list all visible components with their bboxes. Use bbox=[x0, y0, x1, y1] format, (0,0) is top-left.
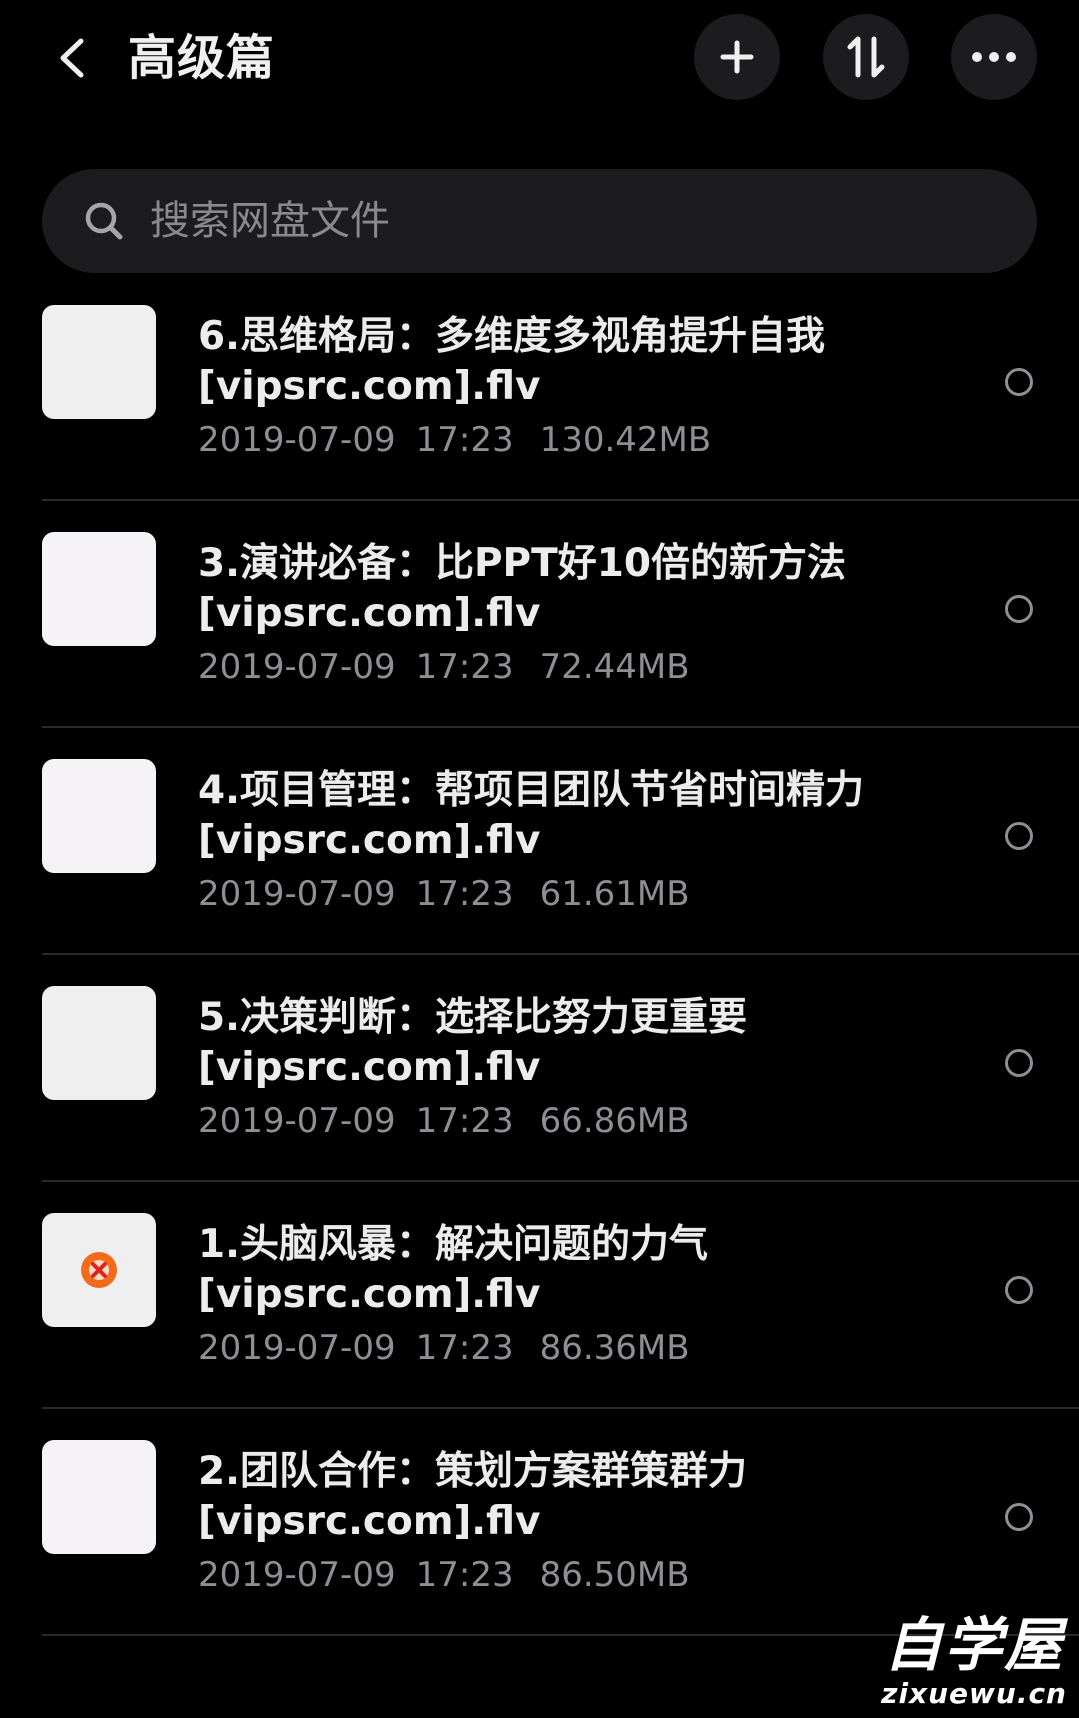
file-time: 17:23 bbox=[415, 647, 514, 687]
file-thumbnail bbox=[42, 305, 156, 419]
file-thumbnail bbox=[42, 759, 156, 873]
file-time: 17:23 bbox=[415, 1101, 514, 1141]
file-time: 17:23 bbox=[415, 420, 514, 460]
file-date: 2019-07-09 bbox=[198, 1328, 396, 1368]
file-thumbnail bbox=[42, 532, 156, 646]
file-row[interactable]: 6.思维格局：多维度多视角提升自我 [vipsrc.com].flv 2019-… bbox=[0, 274, 1079, 501]
more-horizontal-icon bbox=[972, 52, 1016, 62]
search-bar[interactable] bbox=[42, 169, 1037, 273]
watermark-main: 自学屋 bbox=[884, 1611, 1065, 1679]
file-thumbnail bbox=[42, 1213, 156, 1327]
file-meta: 2019-07-09 17:23 66.86MB bbox=[198, 1101, 690, 1141]
file-name: 1.头脑风暴：解决问题的力气 [vipsrc.com].flv bbox=[198, 1222, 708, 1317]
search-input[interactable] bbox=[150, 191, 970, 251]
sort-arrows-icon bbox=[847, 36, 885, 78]
file-time: 17:23 bbox=[415, 1555, 514, 1595]
file-name: 6.思维格局：多维度多视角提升自我 [vipsrc.com].flv bbox=[198, 314, 825, 409]
select-radio[interactable] bbox=[1005, 595, 1033, 623]
file-row[interactable]: 1.头脑风暴：解决问题的力气 [vipsrc.com].flv 2019-07-… bbox=[0, 1182, 1079, 1409]
select-radio[interactable] bbox=[1005, 1049, 1033, 1077]
file-size: 86.36MB bbox=[539, 1328, 690, 1368]
select-radio[interactable] bbox=[1005, 822, 1033, 850]
file-row[interactable]: 2.团队合作：策划方案群策群力 [vipsrc.com].flv 2019-07… bbox=[0, 1409, 1079, 1636]
file-meta: 2019-07-09 17:23 130.42MB bbox=[198, 420, 711, 460]
chevron-left-icon bbox=[60, 38, 84, 78]
file-meta: 2019-07-09 17:23 86.36MB bbox=[198, 1328, 690, 1368]
select-radio[interactable] bbox=[1005, 1503, 1033, 1531]
select-radio[interactable] bbox=[1005, 1276, 1033, 1304]
file-thumbnail bbox=[42, 1440, 156, 1554]
file-meta: 2019-07-09 17:23 61.61MB bbox=[198, 874, 690, 914]
search-icon bbox=[85, 202, 123, 240]
file-name: 4.项目管理：帮项目团队节省时间精力 [vipsrc.com].flv bbox=[198, 768, 864, 863]
file-size: 66.86MB bbox=[539, 1101, 690, 1141]
file-size: 72.44MB bbox=[539, 647, 690, 687]
file-row[interactable]: 5.决策判断：选择比努力更重要 [vipsrc.com].flv 2019-07… bbox=[0, 955, 1079, 1182]
video-broken-icon bbox=[81, 1252, 117, 1288]
file-date: 2019-07-09 bbox=[198, 874, 396, 914]
file-time: 17:23 bbox=[415, 1328, 514, 1368]
back-button[interactable] bbox=[44, 22, 100, 94]
more-button[interactable] bbox=[951, 14, 1037, 100]
plus-icon bbox=[720, 40, 754, 74]
file-name: 3.演讲必备：比PPT好10倍的新方法 [vipsrc.com].flv bbox=[198, 541, 846, 636]
file-date: 2019-07-09 bbox=[198, 420, 396, 460]
file-name: 5.决策判断：选择比努力更重要 [vipsrc.com].flv bbox=[198, 995, 747, 1090]
page-title: 高级篇 bbox=[128, 30, 276, 86]
file-size: 61.61MB bbox=[539, 874, 690, 914]
watermark-sub: zixuewu.cn bbox=[881, 1677, 1067, 1710]
file-meta: 2019-07-09 17:23 86.50MB bbox=[198, 1555, 690, 1595]
top-bar: 高级篇 bbox=[0, 0, 1079, 120]
select-radio[interactable] bbox=[1005, 368, 1033, 396]
sort-button[interactable] bbox=[823, 14, 909, 100]
file-date: 2019-07-09 bbox=[198, 1101, 396, 1141]
file-size: 86.50MB bbox=[539, 1555, 690, 1595]
file-meta: 2019-07-09 17:23 72.44MB bbox=[198, 647, 690, 687]
file-thumbnail bbox=[42, 986, 156, 1100]
file-date: 2019-07-09 bbox=[198, 1555, 396, 1595]
file-list: 6.思维格局：多维度多视角提升自我 [vipsrc.com].flv 2019-… bbox=[0, 274, 1079, 1636]
watermark-logo: 自学屋 zixuewu.cn bbox=[881, 1612, 1067, 1710]
file-time: 17:23 bbox=[415, 874, 514, 914]
add-button[interactable] bbox=[694, 14, 780, 100]
file-row[interactable]: 4.项目管理：帮项目团队节省时间精力 [vipsrc.com].flv 2019… bbox=[0, 728, 1079, 955]
file-date: 2019-07-09 bbox=[198, 647, 396, 687]
file-size: 130.42MB bbox=[539, 420, 712, 460]
file-name: 2.团队合作：策划方案群策群力 [vipsrc.com].flv bbox=[198, 1449, 747, 1544]
file-row[interactable]: 3.演讲必备：比PPT好10倍的新方法 [vipsrc.com].flv 201… bbox=[0, 501, 1079, 728]
